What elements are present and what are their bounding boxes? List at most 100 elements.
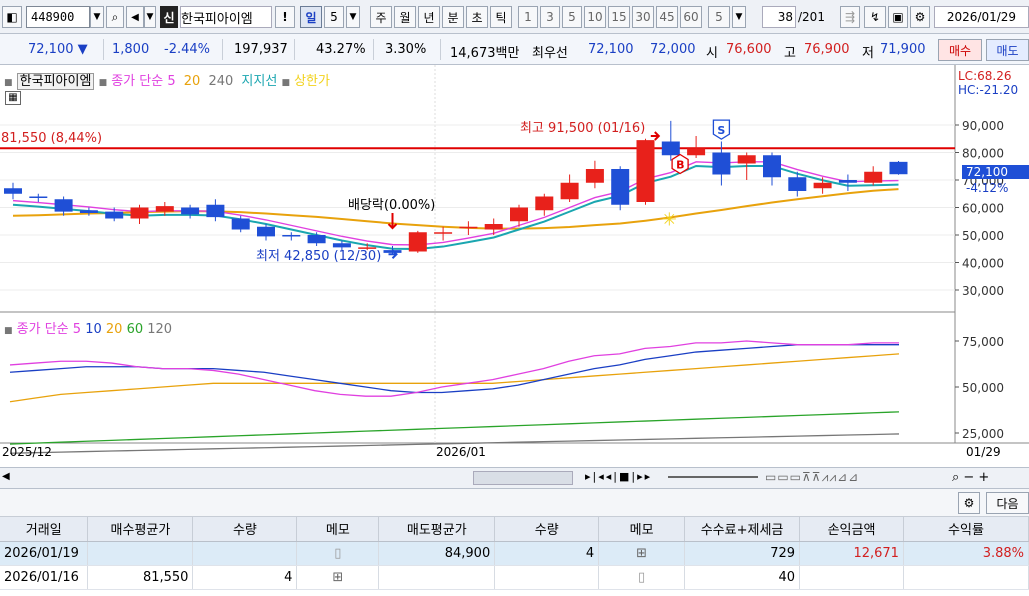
- col-pnl[interactable]: 손익금액: [799, 517, 904, 542]
- period-day-tab[interactable]: 일: [300, 6, 322, 28]
- cell-fee: 729: [684, 541, 801, 566]
- candle-body: [206, 204, 225, 218]
- cell-rate: 3.88%: [903, 541, 1029, 566]
- memo-empty-icon[interactable]: ▯: [296, 541, 380, 566]
- price-legend: ■ 한국피아이엠 ■ 종가 단순 5 20 240 지지선 ■ 상한가: [4, 73, 330, 90]
- zoom-tools[interactable]: ⌕ − +: [952, 470, 989, 485]
- col-rate[interactable]: 수익률: [903, 517, 1029, 542]
- cell-buy-qty: [192, 541, 298, 566]
- dividend-annotation: 배당락(0.00%): [348, 198, 436, 213]
- memo-add-icon[interactable]: ⊞: [598, 541, 686, 566]
- vol-legend-120[interactable]: 120: [147, 322, 172, 337]
- legend-stock-name[interactable]: 한국피아이엠: [16, 73, 95, 90]
- interval-60-button[interactable]: 60: [680, 6, 702, 28]
- date-field[interactable]: 2026/01/29: [934, 6, 1029, 28]
- interval-45-button[interactable]: 45: [656, 6, 678, 28]
- vol-legend-60[interactable]: 60: [127, 322, 144, 337]
- prev-stock-icon[interactable]: ◀: [126, 6, 144, 28]
- table-row[interactable]: 2026/01/19 ▯ 84,900 4 ⊞ 729 12,671 3.88%: [0, 541, 1029, 566]
- interval-10-button[interactable]: 10: [584, 6, 606, 28]
- candle-body: [864, 171, 883, 183]
- legend-ma5[interactable]: 종가 단순 5: [111, 74, 175, 89]
- legend-ma240[interactable]: 240: [208, 74, 233, 89]
- interval-3-button[interactable]: 3: [540, 6, 560, 28]
- scroll-thumb[interactable]: [473, 471, 573, 485]
- candle-body: [105, 211, 124, 219]
- cell-date: 2026/01/16: [0, 565, 89, 590]
- period-year-tab[interactable]: 년: [418, 6, 440, 28]
- playback-controls[interactable]: ▸|◂◂|■|▸▸: [585, 470, 652, 483]
- scroll-left-icon[interactable]: ◀: [2, 471, 16, 485]
- price-chart[interactable]: 90,00080,00070,00060,00050,00040,00030,0…: [0, 65, 1029, 465]
- period-count-dropdown-icon[interactable]: ▼: [346, 6, 360, 28]
- col-buy-qty[interactable]: 수량: [192, 517, 298, 542]
- vol-legend-5[interactable]: 5: [73, 322, 81, 337]
- code-dropdown-icon[interactable]: ▼: [90, 6, 104, 28]
- col-sell-avg[interactable]: 매도평균가: [378, 517, 496, 542]
- table-row[interactable]: 2026/01/16 81,550 4 ⊞ ▯ 40: [0, 565, 1029, 590]
- candle-body: [79, 210, 98, 213]
- interval-15-button[interactable]: 15: [608, 6, 630, 28]
- candle-body: [29, 196, 48, 198]
- search-icon[interactable]: ⌕: [106, 6, 124, 28]
- buy-button[interactable]: 매수: [938, 39, 982, 61]
- x-label-start: 2025/12: [2, 445, 52, 459]
- save-icon[interactable]: ▣: [888, 6, 908, 28]
- x-label-end: 01/29: [966, 445, 1001, 459]
- legend-ma20[interactable]: 20: [184, 74, 201, 89]
- period-month-tab[interactable]: 월: [394, 6, 416, 28]
- candle-body: [181, 207, 200, 215]
- period-count-select[interactable]: 5: [324, 6, 344, 28]
- menu-icon[interactable]: ◧: [2, 6, 22, 28]
- interval-1-button[interactable]: 1: [518, 6, 538, 28]
- high-arrow-icon: [650, 131, 661, 141]
- trade-history-table: 거래일 매수평균가 수량 메모 매도평균가 수량 메모 수수료+제세금 손익금액…: [0, 517, 1029, 590]
- chart-area[interactable]: 90,000 80,000 70,000 60,000 50,000 40,000 30,0…: [0, 65, 1029, 465]
- interval-dropdown-icon[interactable]: ▼: [732, 6, 746, 28]
- stock-history-dropdown-icon[interactable]: ▼: [144, 6, 156, 28]
- grid-table-icon[interactable]: ▦: [5, 91, 21, 105]
- vol-legend-10[interactable]: 10: [85, 322, 102, 337]
- price-tick-label: 90,000: [962, 119, 1004, 133]
- candle-body: [434, 232, 453, 234]
- period-minute-tab[interactable]: 분: [442, 6, 464, 28]
- period-tick-tab[interactable]: 틱: [490, 6, 512, 28]
- cell-sell-qty: [494, 565, 600, 590]
- drawing-tools[interactable]: ▭▭▭⊼⊼⩘⩘⊿⊿: [765, 470, 859, 485]
- col-buy-memo[interactable]: 메모: [296, 517, 380, 542]
- legend-upper-limit[interactable]: 상한가: [294, 74, 330, 89]
- cell-date: 2026/01/19: [0, 541, 89, 566]
- vol-legend-label[interactable]: 종가 단순: [17, 322, 69, 337]
- low-price: 71,900: [880, 42, 926, 57]
- alert-icon[interactable]: !: [275, 6, 295, 28]
- trade-amount: 14,673백만: [450, 46, 520, 61]
- current-price-tag: 72,100: [962, 165, 1029, 179]
- col-sell-memo[interactable]: 메모: [598, 517, 686, 542]
- trade-settings-icon[interactable]: ⚙: [958, 492, 980, 514]
- col-sell-qty[interactable]: 수량: [494, 517, 600, 542]
- vol-legend-20[interactable]: 20: [106, 322, 123, 337]
- interval-30-button[interactable]: 30: [632, 6, 654, 28]
- period-week-tab[interactable]: 주: [370, 6, 392, 28]
- col-fee[interactable]: 수수료+제세금: [684, 517, 801, 542]
- interval-5-button[interactable]: 5: [562, 6, 582, 28]
- col-date[interactable]: 거래일: [0, 517, 89, 542]
- col-buy-avg[interactable]: 매수평균가: [87, 517, 194, 542]
- vol-tick-label: 75,000: [962, 335, 1004, 349]
- cell-buy-avg: [87, 541, 194, 566]
- next-button[interactable]: 다음: [986, 492, 1029, 514]
- compare-icon[interactable]: ⇶: [840, 6, 860, 28]
- memo-add-icon[interactable]: ⊞: [296, 565, 380, 590]
- zoom-slider[interactable]: [668, 476, 758, 478]
- stock-code-input[interactable]: 448900: [26, 6, 90, 28]
- price-tick-label: 40,000: [962, 257, 1004, 271]
- gear-icon[interactable]: ⚙: [910, 6, 930, 28]
- indicator-icon[interactable]: ↯: [864, 6, 886, 28]
- sell-button[interactable]: 매도: [986, 39, 1029, 61]
- candle-body: [257, 226, 275, 237]
- legend-support[interactable]: 지지선: [241, 74, 277, 89]
- interval-custom-select[interactable]: 5: [708, 6, 730, 28]
- period-second-tab[interactable]: 초: [466, 6, 488, 28]
- page-current[interactable]: 38: [762, 6, 796, 28]
- memo-empty-icon[interactable]: ▯: [598, 565, 686, 590]
